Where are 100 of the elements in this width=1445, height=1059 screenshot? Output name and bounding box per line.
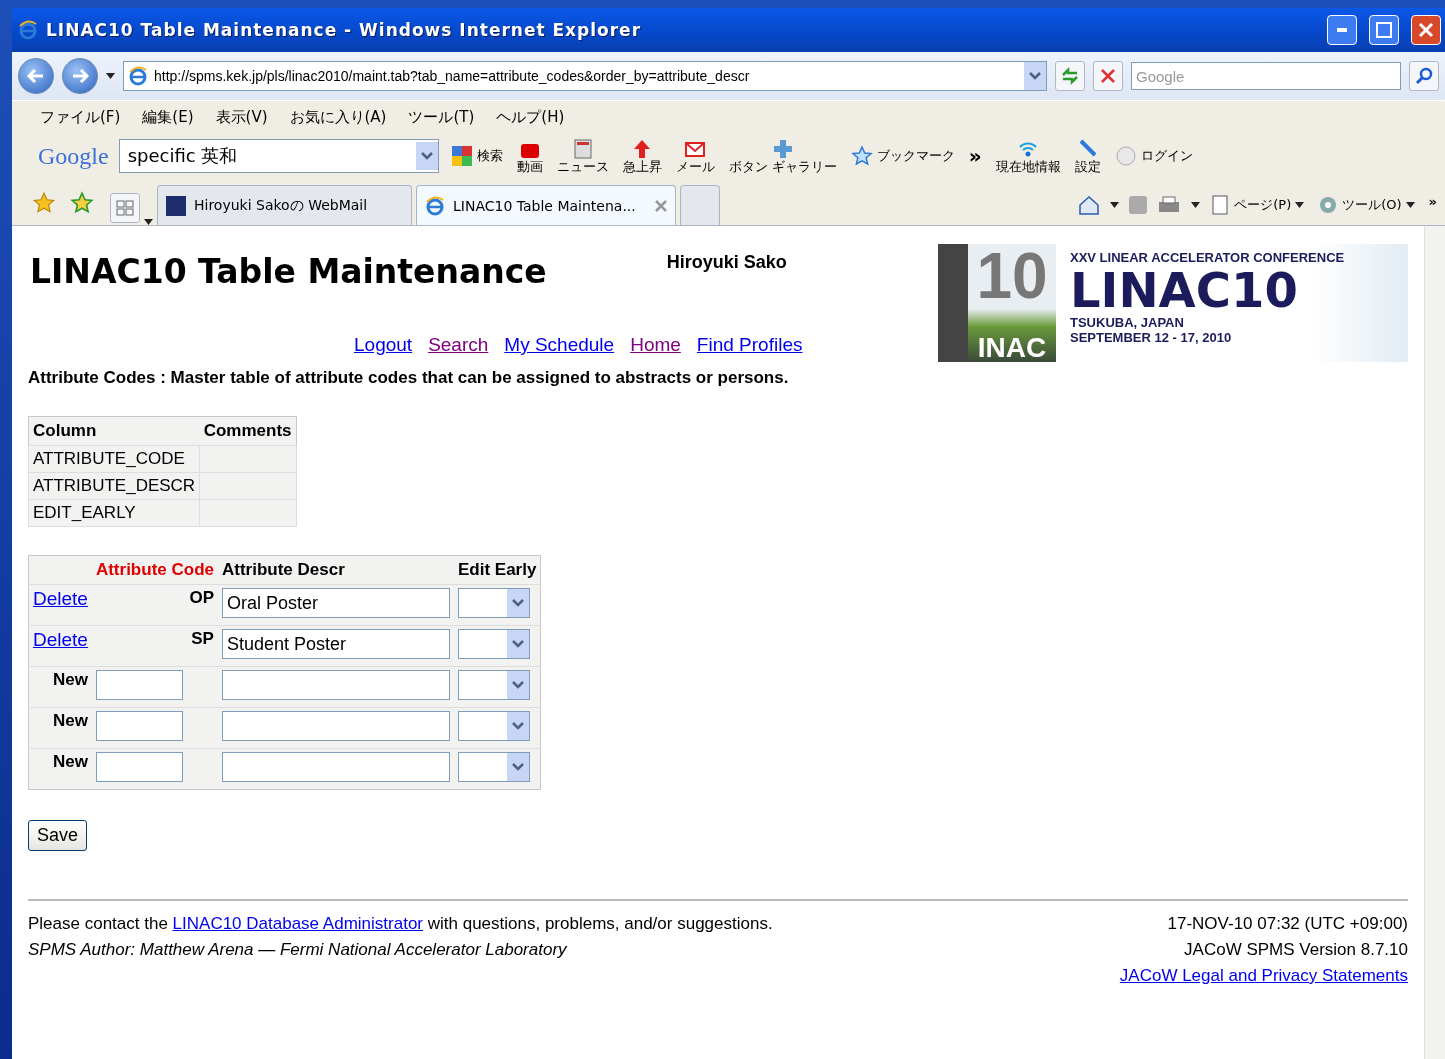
menu-item[interactable]: ヘルプ(H) [496, 107, 565, 127]
column-header[interactable]: Attribute Descr [217, 555, 454, 585]
scrollbar[interactable] [1424, 226, 1445, 1059]
maximize-button[interactable] [1369, 15, 1399, 45]
delete-link[interactable]: Delete [33, 588, 88, 609]
code-field[interactable] [95, 752, 183, 782]
new-tab-button[interactable] [680, 185, 720, 225]
google-search-field[interactable]: specific 英和 [118, 139, 439, 173]
timestamp: 17-NOV-10 07:32 (UTC +09:00) [1167, 913, 1408, 935]
edit-early-select[interactable] [457, 711, 530, 741]
column-header[interactable]: Attribute Code [91, 555, 218, 585]
descr-field[interactable]: Oral Poster [221, 588, 450, 618]
menu-item[interactable]: ツール(T) [408, 107, 475, 127]
edit-early-select[interactable] [457, 752, 530, 782]
grid-icon [116, 200, 134, 216]
home-dropdown-icon [1110, 202, 1120, 208]
back-button[interactable] [18, 58, 54, 94]
descr-field[interactable] [221, 670, 450, 700]
forward-arrow-icon [71, 68, 89, 84]
descr-field[interactable]: Student Poster [221, 629, 450, 659]
browser-tab[interactable]: LINAC10 Table Maintena... [416, 185, 676, 225]
favorites-star-icon[interactable] [32, 191, 56, 215]
command-button[interactable]: ツール(O) [1316, 195, 1417, 215]
edit-early-select[interactable] [457, 629, 530, 659]
more-button[interactable]: » [1426, 195, 1439, 209]
admin-link[interactable]: LINAC10 Database Administrator [172, 914, 423, 933]
menu-item[interactable]: 表示(V) [215, 107, 268, 127]
print-dropdown-icon [1191, 202, 1201, 208]
banner-place: TSUKUBA, JAPAN [1070, 315, 1185, 331]
table-cell: ATTRIBUTE_CODE [28, 445, 200, 473]
back-arrow-icon [27, 68, 45, 84]
banner-title: LINAC10 [1070, 265, 1299, 316]
banner-subtitle: XXV LINEAR ACCELERATOR CONFERENCE [1070, 250, 1345, 265]
search-icon [1415, 67, 1433, 85]
toolbar-button[interactable]: 設定 [1072, 138, 1103, 174]
descr-field[interactable] [221, 752, 450, 782]
toolbar-button[interactable]: ボタン ギャラリー [726, 138, 839, 174]
legal-link[interactable]: JACoW Legal and Privacy Statements [1119, 963, 1408, 989]
google-logo: Google [38, 142, 109, 170]
table-description: Attribute Codes : Master table of attribute codes that can be assigned to abstracts or persons. [28, 368, 790, 388]
toolbar-button[interactable]: 現在地情報 [993, 138, 1063, 174]
toolbar-button[interactable]: 急上昇 [620, 138, 664, 174]
history-dropdown-icon [106, 73, 115, 79]
home-icon[interactable] [1078, 195, 1101, 215]
menu-item[interactable]: ファイル(F) [40, 107, 121, 127]
minimize-button[interactable] [1327, 15, 1357, 45]
edit-early-select[interactable] [457, 670, 530, 700]
nav-link[interactable]: Home [630, 334, 681, 356]
close-button[interactable] [1411, 15, 1441, 45]
close-icon [1101, 69, 1115, 83]
close-icon [1418, 22, 1434, 38]
new-row-label: New [51, 670, 88, 690]
author-text: SPMS Author: Matthew Arena — Fermi National Accelerator Laboratory [28, 939, 567, 961]
nav-link[interactable]: Find Profiles [696, 334, 803, 356]
add-favorite-icon[interactable] [70, 191, 94, 215]
descr-field[interactable] [221, 711, 450, 741]
stop-button[interactable] [1093, 61, 1123, 91]
toolbar-button[interactable]: 動画 [514, 138, 545, 174]
search-field[interactable]: Google [1131, 62, 1401, 90]
search-button[interactable] [1409, 61, 1439, 91]
browser-logo-icon [128, 66, 148, 86]
table-cell: ATTRIBUTE_DESCR [28, 472, 200, 500]
banner-dates: SEPTEMBER 12 - 17, 2010 [1070, 330, 1233, 346]
save-button[interactable]: Save [28, 820, 88, 851]
new-row-label: New [51, 752, 88, 772]
circle-icon [1114, 145, 1137, 167]
quick-tabs-button[interactable] [110, 193, 140, 223]
column-header: Comments [199, 416, 296, 446]
address-field[interactable]: http://spms.kek.jp/pls/linac2010/maint.tab?tab_name=attribute_codes&order_by=attribute_descr [123, 61, 1047, 91]
browser-logo-icon [425, 195, 445, 216]
version-text: JACoW SPMS Version 8.7.10 [1184, 939, 1408, 961]
toolbar-button[interactable]: メール [673, 138, 717, 174]
google-icon [450, 145, 473, 167]
browser-tab[interactable]: Hiroyuki Sakoの WebMail [157, 185, 412, 225]
toolbar-button[interactable]: ログイン [1112, 145, 1195, 167]
page-icon [1212, 195, 1231, 215]
page-heading: LINAC10 Table Maintenance [30, 252, 547, 291]
contact-text: Please contact the LINAC10 Database Administrator with questions, problems, and/or suggestions. [28, 913, 773, 935]
column-header[interactable]: Edit Early [453, 555, 541, 585]
refresh-button[interactable] [1055, 61, 1085, 91]
delete-link[interactable]: Delete [33, 629, 88, 650]
toolbar-button[interactable]: ブックマーク [848, 145, 957, 167]
printer-icon[interactable] [1157, 195, 1182, 215]
code-field[interactable] [95, 670, 183, 700]
toolbar-button[interactable]: ニュース [554, 138, 611, 174]
forward-button[interactable] [62, 58, 98, 94]
nav-link[interactable]: Logout [354, 334, 413, 356]
nav-link[interactable]: My Schedule [504, 334, 615, 356]
menu-item[interactable]: お気に入り(A) [289, 107, 387, 127]
code-field[interactable] [95, 711, 183, 741]
menu-item[interactable]: 編集(E) [142, 107, 194, 127]
edit-early-select[interactable] [457, 588, 530, 618]
newspaper-icon [571, 138, 594, 161]
refresh-icon [1061, 67, 1079, 85]
command-button[interactable]: ページ(P) [1210, 195, 1307, 215]
gear-icon [1318, 195, 1339, 215]
more-button[interactable]: » [966, 145, 984, 167]
toolbar-button[interactable]: 検索 [448, 145, 505, 167]
close-tab-icon[interactable] [655, 199, 667, 212]
nav-link[interactable]: Search [428, 334, 489, 356]
